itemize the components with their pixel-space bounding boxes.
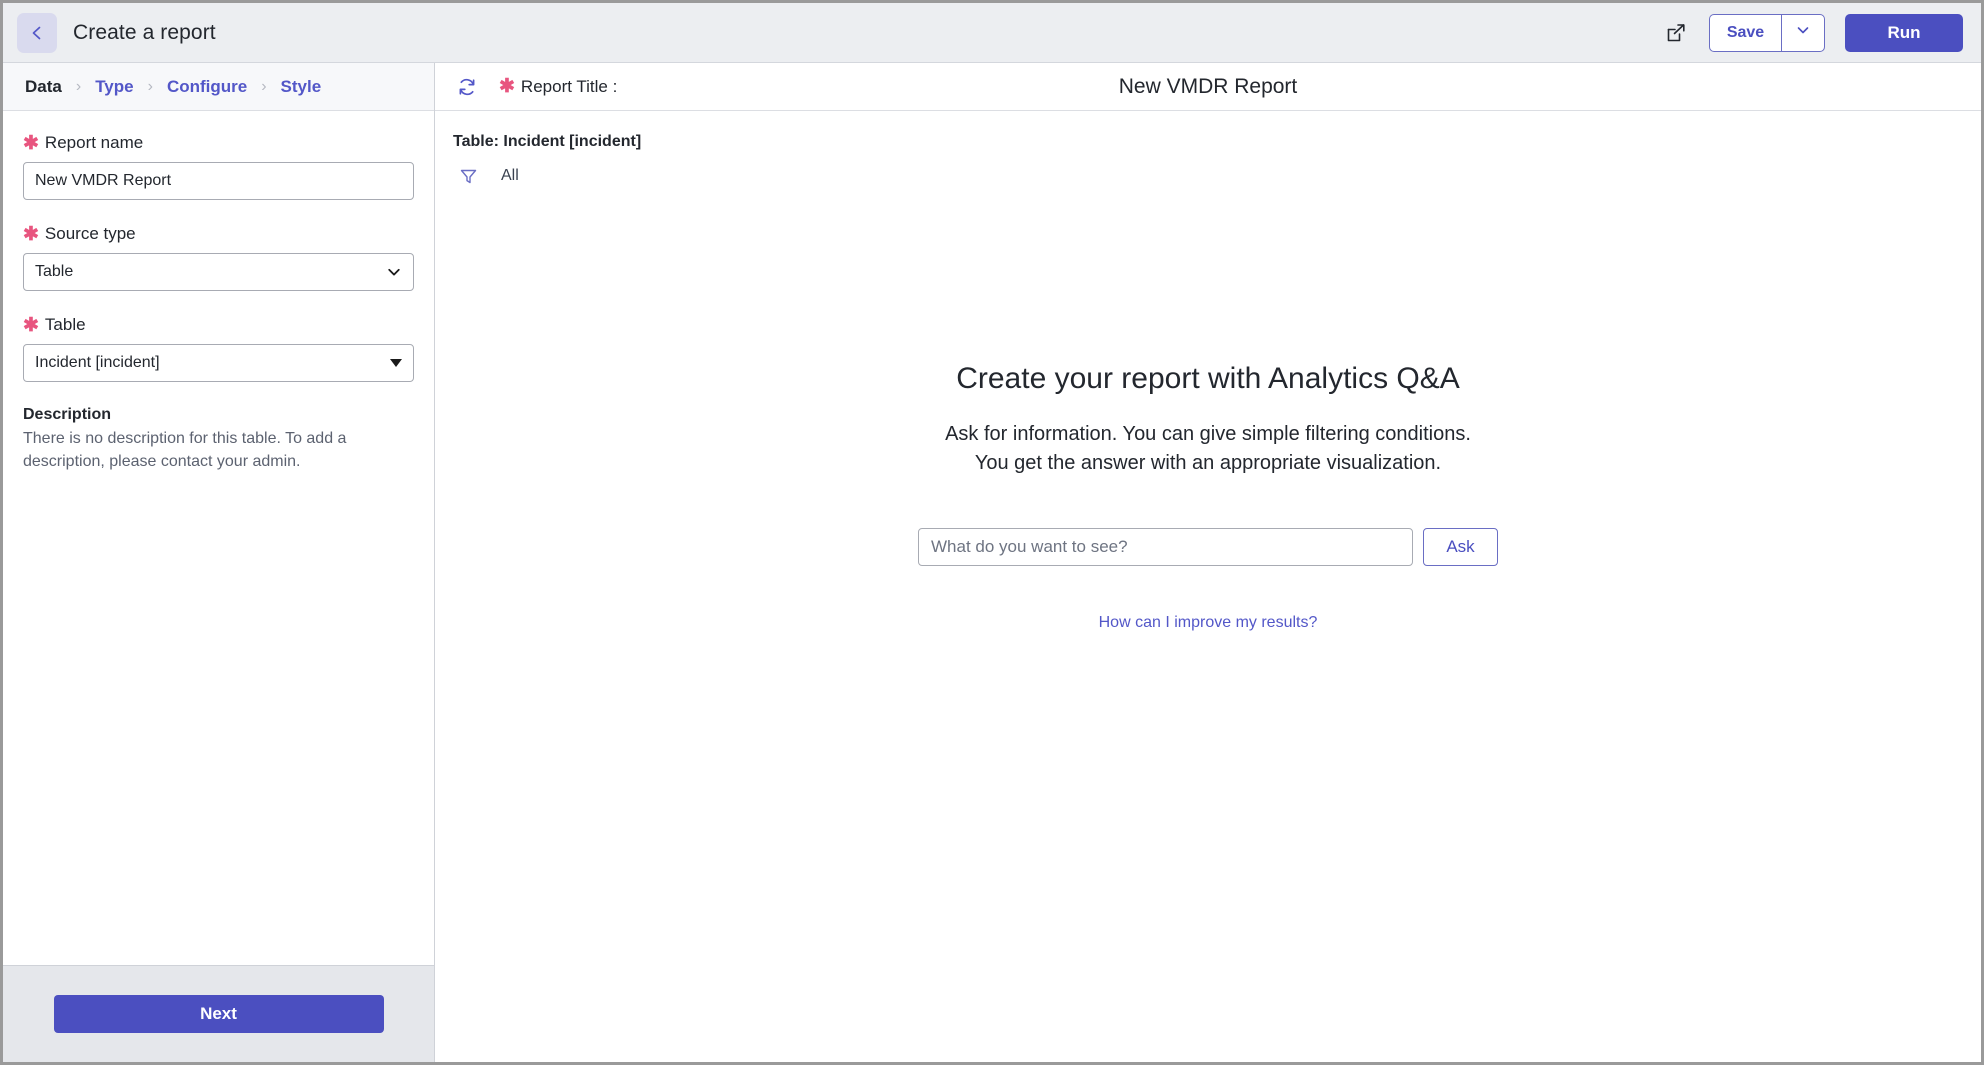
required-asterisk-icon: ✱ [23, 225, 39, 244]
qa-input-row: Ask [918, 528, 1498, 566]
breadcrumb-step-type[interactable]: Type [95, 77, 133, 97]
qa-search-input[interactable] [918, 528, 1413, 566]
qa-subtitle-line2: You get the answer with an appropriate v… [945, 449, 1471, 478]
back-button[interactable] [17, 13, 57, 53]
report-title-label-text: Report Title : [521, 77, 617, 97]
report-header: ✱ Report Title : New VMDR Report [435, 63, 1981, 111]
description-title: Description [23, 406, 414, 424]
form-area: ✱ Report name ✱ Source type Table [3, 111, 434, 966]
table-source-line: Table: Incident [incident] [435, 111, 1981, 151]
run-button[interactable]: Run [1845, 14, 1963, 52]
left-panel-footer: Next [3, 966, 434, 1062]
source-type-select-wrapper: Table [23, 253, 414, 291]
table-select[interactable]: Incident [incident] [23, 344, 414, 382]
breadcrumb-separator-icon: › [261, 78, 266, 96]
breadcrumb-step-data[interactable]: Data [25, 77, 62, 97]
breadcrumb-step-style[interactable]: Style [281, 77, 322, 97]
required-asterisk-icon: ✱ [23, 134, 39, 153]
body-container: Data › Type › Configure › Style ✱ Report… [3, 63, 1981, 1062]
ask-button[interactable]: Ask [1423, 528, 1498, 566]
next-button[interactable]: Next [54, 995, 384, 1033]
left-config-panel: Data › Type › Configure › Style ✱ Report… [3, 63, 435, 1062]
required-asterisk-icon: ✱ [499, 77, 515, 96]
source-type-label: ✱ Source type [23, 224, 414, 244]
qa-subtitle-line1: Ask for information. You can give simple… [945, 420, 1471, 449]
source-type-value: Table [35, 263, 386, 281]
triangle-down-icon [390, 359, 402, 367]
source-type-select[interactable]: Table [23, 253, 414, 291]
required-asterisk-icon: ✱ [23, 316, 39, 335]
page-title: Create a report [73, 21, 216, 45]
report-title-label: ✱ Report Title : [499, 77, 617, 97]
chevron-down-icon [386, 264, 402, 280]
report-name-label: ✱ Report name [23, 133, 414, 153]
breadcrumb-separator-icon: › [148, 78, 153, 96]
table-label: ✱ Table [23, 315, 414, 335]
refresh-icon[interactable] [453, 73, 481, 101]
save-button-group: Save [1709, 14, 1825, 52]
source-type-label-text: Source type [45, 224, 136, 244]
improve-results-link[interactable]: How can I improve my results? [1099, 614, 1318, 632]
chevron-left-icon [28, 24, 46, 42]
breadcrumb: Data › Type › Configure › Style [3, 63, 434, 111]
report-preview-panel: ✱ Report Title : New VMDR Report Table: … [435, 63, 1981, 1062]
top-bar: Create a report Save Run [3, 3, 1981, 63]
report-name-input[interactable] [23, 162, 414, 200]
report-name-label-text: Report name [45, 133, 143, 153]
table-select-wrapper: Incident [incident] [23, 344, 414, 382]
export-icon[interactable] [1659, 16, 1693, 50]
table-label-text: Table [45, 315, 86, 335]
create-report-window: Create a report Save Run [0, 0, 1984, 1065]
filter-label[interactable]: All [501, 167, 519, 185]
breadcrumb-step-configure[interactable]: Configure [167, 77, 247, 97]
save-button[interactable]: Save [1709, 14, 1781, 52]
qa-heading: Create your report with Analytics Q&A [956, 362, 1460, 396]
table-value: Incident [incident] [35, 354, 390, 372]
breadcrumb-separator-icon: › [76, 78, 81, 96]
filter-icon[interactable] [457, 165, 479, 187]
analytics-qa-panel: Create your report with Analytics Q&A As… [435, 187, 1981, 1062]
description-text: There is no description for this table. … [23, 428, 378, 473]
save-dropdown-button[interactable] [1781, 14, 1825, 52]
qa-subtitle: Ask for information. You can give simple… [945, 420, 1471, 478]
report-title-value: New VMDR Report [435, 75, 1981, 99]
chevron-down-icon [1795, 22, 1811, 43]
filter-row: All [435, 151, 1981, 187]
